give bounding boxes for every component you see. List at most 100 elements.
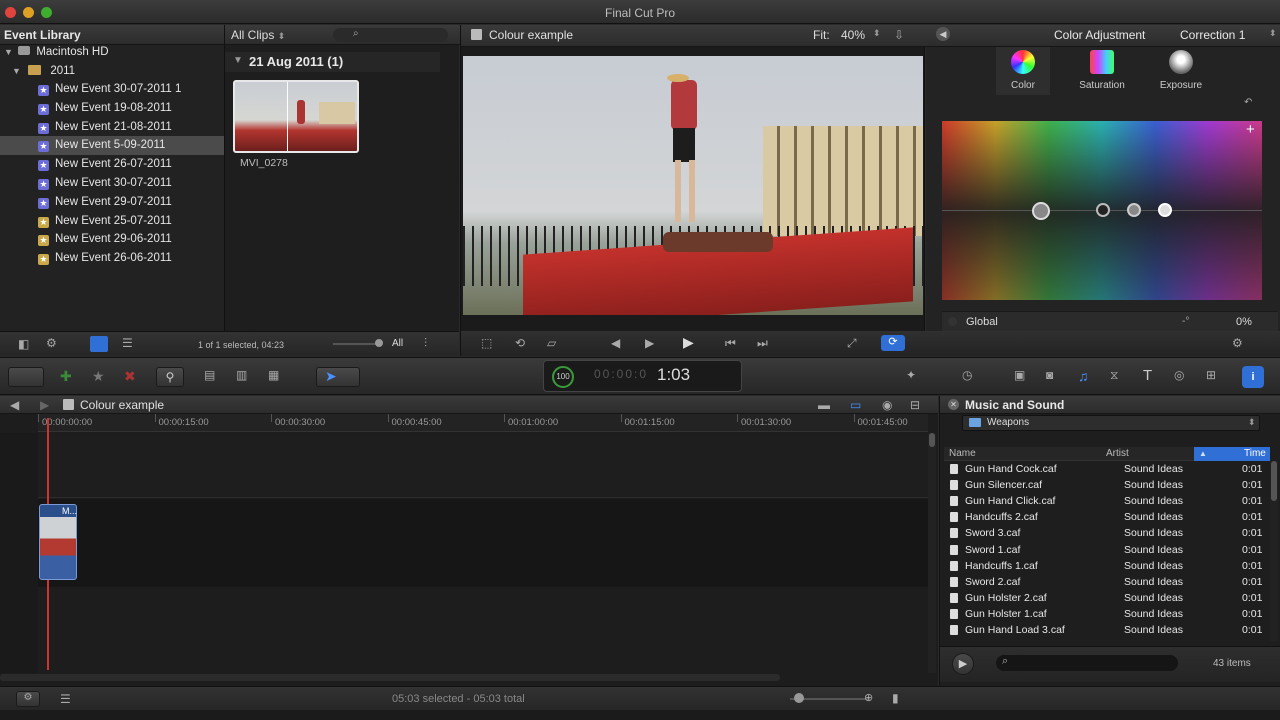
browser-search-field[interactable]: ⌕ xyxy=(333,28,448,42)
audio-meters-icon[interactable]: ⚙ xyxy=(16,691,40,707)
rewind-icon[interactable]: ◀︎ xyxy=(611,336,620,350)
inspector-info-icon[interactable]: i xyxy=(1242,366,1264,388)
global-value[interactable]: 0% xyxy=(1236,316,1252,328)
titles-icon[interactable]: T xyxy=(1143,367,1152,384)
sound-row[interactable]: Gun Hand Load 3.caf Sound Ideas 0:01 xyxy=(944,622,1270,638)
forward-icon[interactable]: ▶ xyxy=(40,398,49,412)
loop-playback-icon[interactable]: ⟳ xyxy=(881,335,905,351)
connect-clip-icon[interactable]: ▤ xyxy=(204,368,215,382)
back-arrow-icon[interactable]: ◀ xyxy=(936,27,950,41)
append-clip-icon[interactable]: ▦ xyxy=(268,368,279,382)
select-tool-icon[interactable]: ➤ xyxy=(316,367,360,387)
event-item[interactable]: ★ New Event 19-08-2011 xyxy=(0,99,224,118)
filmstrip-view-button[interactable] xyxy=(90,336,108,352)
sound-row[interactable]: Gun Holster 1.caf Sound Ideas 0:01 xyxy=(944,606,1270,622)
event-item[interactable]: ★ New Event 29-06-2011 xyxy=(0,230,224,249)
sound-row[interactable]: Sword 3.caf Sound Ideas 0:01 xyxy=(944,525,1270,541)
clip-thumbnail[interactable] xyxy=(233,80,359,153)
play-icon[interactable]: ▶ xyxy=(683,334,694,351)
enhance-magic-wand-icon[interactable]: ✦ xyxy=(906,368,916,382)
action-gear-icon[interactable]: ⚙ xyxy=(1232,336,1243,350)
transitions-icon[interactable]: ⧖ xyxy=(1110,368,1118,383)
event-item[interactable]: ★ New Event 26-06-2011 xyxy=(0,249,224,268)
column-time[interactable]: Time xyxy=(1244,448,1266,459)
disclosure-triangle-icon[interactable]: ▼ xyxy=(233,55,243,66)
keyword-editor-icon[interactable]: ⚲ xyxy=(156,367,184,387)
skimming-icon[interactable]: ▭ xyxy=(850,398,861,412)
sound-row[interactable]: Gun Hand Click.caf Sound Ideas 0:01 xyxy=(944,493,1270,509)
retime-icon[interactable]: ◷ xyxy=(962,368,972,382)
insert-clip-icon[interactable]: ▥ xyxy=(236,368,247,382)
sound-row[interactable]: Sword 2.caf Sound Ideas 0:01 xyxy=(944,574,1270,590)
global-row[interactable]: Global -° 0% xyxy=(942,311,1278,331)
disclosure-triangle-icon[interactable]: ▼ xyxy=(4,47,13,57)
dashboard-timecode[interactable]: 100 00:00:0 1:03 xyxy=(543,360,742,392)
add-icon[interactable]: + xyxy=(1246,121,1255,138)
hide-library-icon[interactable]: ◧ xyxy=(18,337,29,351)
clip-height-slider[interactable] xyxy=(333,343,381,345)
event-item[interactable]: ★ New Event 29-07-2011 xyxy=(0,193,224,212)
sound-row[interactable]: Sword 1.caf Sound Ideas 0:01 xyxy=(944,542,1270,558)
zoom-slider-knob[interactable] xyxy=(794,693,804,703)
close-icon[interactable]: ✕ xyxy=(948,399,959,410)
distort-icon[interactable]: ▱ xyxy=(547,336,556,350)
color-board[interactable]: + xyxy=(942,121,1262,300)
video-frame[interactable] xyxy=(463,56,923,315)
event-item[interactable]: ★ New Event 30-07-2011 xyxy=(0,174,224,193)
previous-edit-icon[interactable]: ⏮ xyxy=(725,336,736,351)
keyword-icon[interactable]: ✚ xyxy=(60,368,72,385)
sound-row[interactable]: Gun Holster 2.caf Sound Ideas 0:01 xyxy=(944,590,1270,606)
clip-height-slider-knob[interactable] xyxy=(375,339,383,347)
media-browser-icon[interactable]: ▣ xyxy=(1014,368,1025,382)
favorite-icon[interactable]: ★ xyxy=(92,368,105,385)
list-view-icon[interactable]: ☰ xyxy=(122,336,133,350)
date-group-header[interactable]: ▼ 21 Aug 2011 (1) xyxy=(225,52,440,72)
reject-icon[interactable]: ✖ xyxy=(124,368,136,385)
radio-icon[interactable] xyxy=(948,317,957,326)
clip-appearance-icon[interactable]: ▬ xyxy=(818,398,830,412)
sound-row[interactable]: Gun Silencer.caf Sound Ideas 0:01 xyxy=(944,477,1270,493)
event-item[interactable]: ★ New Event 30-07-2011 1 xyxy=(0,80,224,99)
event-item[interactable]: ★ New Event 5-09-2011 xyxy=(0,136,224,156)
tab-exposure[interactable]: Exposure xyxy=(1154,47,1208,95)
timeline-vertical-scrollbar[interactable] xyxy=(928,433,936,673)
chevron-updown-icon[interactable]: ⬍ xyxy=(873,28,881,39)
sound-list-scrollbar[interactable] xyxy=(1270,461,1278,641)
settings-switch-icon[interactable]: ⫶ xyxy=(424,336,427,351)
timeline-index-icon[interactable]: ☰ xyxy=(60,692,71,706)
event-item[interactable]: ★ New Event 26-07-2011 xyxy=(0,155,224,174)
import-media-button[interactable] xyxy=(8,367,44,387)
column-artist[interactable]: Artist xyxy=(1106,448,1129,459)
duration-filter-label[interactable]: All xyxy=(392,338,403,349)
crop-icon[interactable]: ⬚ xyxy=(481,336,492,350)
clips-filter-dropdown[interactable]: All Clips ⬍ xyxy=(231,28,285,42)
sound-search-field[interactable]: ⌕ xyxy=(996,655,1178,671)
column-name[interactable]: Name xyxy=(949,448,976,459)
audio-skimming-icon[interactable]: ◉ xyxy=(882,398,892,412)
sound-row[interactable]: Handcuffs 2.caf Sound Ideas 0:01 xyxy=(944,509,1270,525)
sound-category-dropdown[interactable]: Weapons ⬍ xyxy=(962,415,1260,431)
back-icon[interactable]: ◀ xyxy=(10,398,19,412)
fit-zoom-dropdown[interactable]: 40% xyxy=(841,28,865,42)
disclosure-triangle-icon[interactable]: ▼ xyxy=(12,66,21,76)
global-puck[interactable] xyxy=(1032,202,1050,220)
timeline-horizontal-scrollbar[interactable] xyxy=(0,674,780,681)
zoom-in-icon[interactable]: ⊕ xyxy=(864,691,873,704)
play-preview-icon[interactable]: ▶ xyxy=(952,653,974,675)
tab-color[interactable]: Color xyxy=(996,47,1050,95)
next-edit-icon[interactable]: ⏭ xyxy=(757,336,768,351)
timeline-ruler[interactable]: 00:00:00:00 00:00:15:00 00:00:30:00 00:00:4… xyxy=(38,414,928,432)
themes-icon[interactable]: ⊞ xyxy=(1206,368,1216,382)
drive-item[interactable]: ▼ Macintosh HD xyxy=(4,43,222,62)
sound-row[interactable]: Handcuffs 1.caf Sound Ideas 0:01 xyxy=(944,558,1270,574)
viewer-options-icon[interactable]: ⇩ xyxy=(894,28,904,42)
year-item[interactable]: ▼ 2011 xyxy=(12,62,222,81)
event-item[interactable]: ★ New Event 25-07-2011 xyxy=(0,212,224,231)
midtones-puck[interactable] xyxy=(1127,203,1141,217)
photos-camera-icon[interactable]: ◙ xyxy=(1046,368,1053,382)
fullscreen-icon[interactable]: ⤢ xyxy=(847,336,857,351)
sound-row[interactable]: Gun Hand Cock.caf Sound Ideas 0:01 xyxy=(944,461,1270,477)
tab-saturation[interactable]: Saturation xyxy=(1074,47,1130,95)
reset-icon[interactable]: ↶ xyxy=(1244,97,1252,108)
transform-icon[interactable]: ⟲ xyxy=(515,336,525,350)
